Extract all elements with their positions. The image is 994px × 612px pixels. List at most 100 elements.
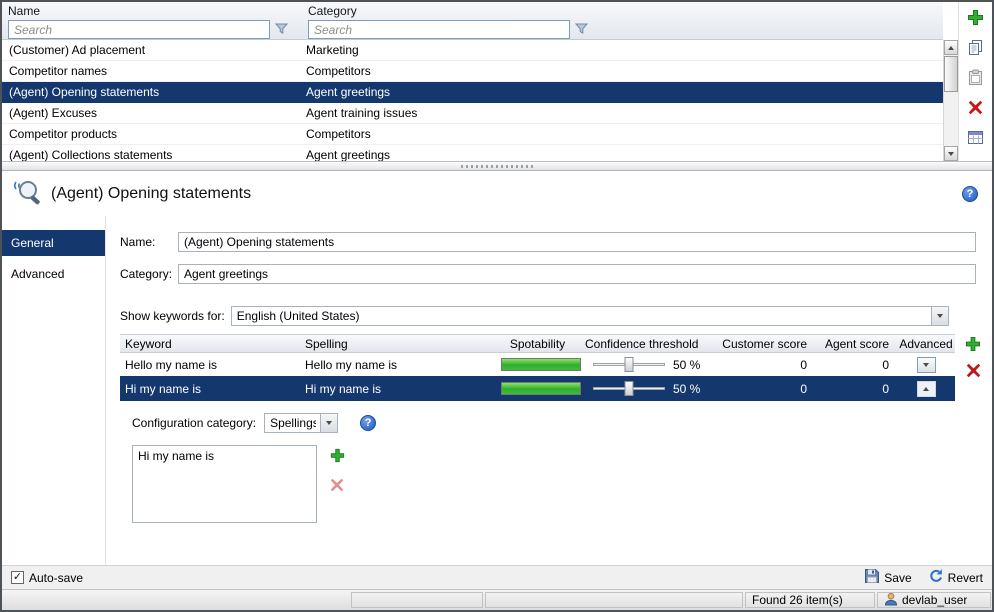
- splitter-grip-icon: [461, 165, 533, 168]
- chevron-down-icon[interactable]: [931, 307, 948, 325]
- scroll-down-button[interactable]: [944, 146, 958, 161]
- spelling-item[interactable]: Hi my name is: [138, 449, 311, 463]
- slider-thumb[interactable]: [625, 357, 634, 372]
- name-field[interactable]: [178, 232, 976, 252]
- grid-row[interactable]: (Customer) Ad placement Marketing: [2, 40, 943, 61]
- kw-cell-spelling: Hello my name is: [305, 358, 490, 372]
- kw-cell-customer-score: 0: [720, 382, 815, 396]
- name-search-input[interactable]: [8, 20, 270, 39]
- tab-general[interactable]: General: [2, 230, 105, 256]
- autosave-label: Auto-save: [29, 571, 83, 585]
- tab-advanced[interactable]: Advanced: [2, 261, 105, 287]
- advanced-collapse-button[interactable]: [917, 381, 936, 397]
- grid-row-selected[interactable]: (Agent) Opening statements Agent greetin…: [2, 82, 943, 103]
- status-user: devlab_user: [877, 592, 991, 608]
- kw-header-agent-score: Agent score: [815, 337, 897, 351]
- cell-name: Competitor names: [2, 64, 302, 78]
- cell-category: Agent training issues: [302, 106, 943, 120]
- status-fill: [2, 590, 350, 610]
- config-category-label: Configuration category:: [132, 416, 256, 430]
- name-filter-button[interactable]: [270, 20, 292, 39]
- kw-header-customer-score: Customer score: [720, 337, 815, 351]
- confidence-slider[interactable]: [593, 380, 665, 397]
- arrow-down-icon: [948, 152, 954, 156]
- delete-keyword-button[interactable]: [964, 363, 982, 381]
- keywords-table-header: Keyword Spelling Spotability Confidence …: [120, 334, 955, 353]
- cell-category: Marketing: [302, 43, 943, 57]
- add-keyword-button[interactable]: [964, 336, 982, 354]
- kw-cell-keyword: Hello my name is: [120, 358, 305, 372]
- cell-name: (Agent) Excuses: [2, 106, 302, 120]
- grid-rows: (Customer) Ad placement Marketing Compet…: [2, 40, 943, 161]
- delete-spelling-button[interactable]: [328, 477, 346, 495]
- detail-tabs: General Advanced: [2, 216, 106, 565]
- keywords-table: Keyword Spelling Spotability Confidence …: [120, 334, 955, 523]
- spellings-listbox[interactable]: Hi my name is: [132, 445, 317, 523]
- funnel-icon: [275, 22, 288, 38]
- autosave-checkbox[interactable]: [11, 571, 24, 584]
- grid-view-button[interactable]: [965, 129, 987, 149]
- spellings-help-icon[interactable]: [360, 415, 376, 431]
- slider-thumb[interactable]: [625, 381, 634, 396]
- vertical-scrollbar[interactable]: [943, 40, 958, 161]
- kw-header-advanced: Advanced: [897, 337, 955, 351]
- save-label: Save: [884, 571, 911, 585]
- add-keyword-set-button[interactable]: [965, 9, 987, 29]
- paste-button[interactable]: [965, 69, 987, 89]
- keyword-row-selected[interactable]: Hi my name is Hi my name is 50 % 0: [120, 376, 955, 401]
- cell-name: (Customer) Ad placement: [2, 43, 302, 57]
- status-found: Found 26 item(s): [745, 592, 875, 608]
- advanced-expand-button[interactable]: [917, 357, 936, 373]
- copy-button[interactable]: [965, 39, 987, 59]
- grid-row[interactable]: Competitor products Competitors: [2, 124, 943, 145]
- category-filter-button[interactable]: [570, 20, 592, 39]
- scroll-track[interactable]: [944, 55, 958, 146]
- grid-row[interactable]: (Agent) Excuses Agent training issues: [2, 103, 943, 124]
- detail-panel: (Agent) Opening statements General Advan…: [2, 171, 992, 565]
- delete-x-icon: [968, 100, 983, 118]
- revert-button[interactable]: Revert: [928, 568, 983, 587]
- confidence-value: 50 %: [673, 358, 700, 372]
- chevron-up-icon: [923, 387, 929, 391]
- scroll-thumb[interactable]: [944, 56, 958, 92]
- revert-label: Revert: [948, 571, 983, 585]
- spotability-bar: [501, 358, 581, 371]
- delete-x-icon: [330, 478, 344, 495]
- category-label: Category:: [120, 267, 178, 281]
- column-header-name: Name: [8, 4, 298, 18]
- scroll-up-button[interactable]: [944, 40, 958, 55]
- revert-icon: [928, 568, 944, 587]
- grid-row[interactable]: (Agent) Collections statements Agent gre…: [2, 145, 943, 161]
- keyword-row[interactable]: Hello my name is Hello my name is 50 %: [120, 353, 955, 376]
- language-label: Show keywords for:: [120, 309, 225, 323]
- spelling-editor: Configuration category: Spellings Hi my …: [132, 413, 955, 523]
- footer-bar: Auto-save Save: [2, 565, 992, 589]
- grid-row[interactable]: Competitor names Competitors: [2, 61, 943, 82]
- paste-icon: [967, 69, 984, 89]
- cell-category: Competitors: [302, 127, 943, 141]
- copy-icon: [967, 39, 984, 59]
- config-category-value: Spellings: [270, 416, 316, 430]
- help-icon[interactable]: [962, 186, 978, 202]
- save-button[interactable]: Save: [864, 568, 911, 587]
- cell-name: (Agent) Opening statements: [2, 85, 302, 99]
- add-spelling-button[interactable]: [328, 448, 346, 466]
- funnel-icon: [575, 22, 588, 38]
- cell-category: Agent greetings: [302, 148, 943, 161]
- chevron-down-icon: [923, 363, 929, 367]
- confidence-slider[interactable]: [593, 356, 665, 373]
- config-category-combobox[interactable]: Spellings: [264, 413, 338, 433]
- delete-keyword-set-button[interactable]: [965, 99, 987, 119]
- category-search-input[interactable]: [308, 20, 570, 39]
- chevron-down-icon[interactable]: [320, 414, 337, 432]
- kw-cell-spelling: Hi my name is: [305, 382, 490, 396]
- cell-category: Agent greetings: [302, 85, 943, 99]
- kw-header-spelling: Spelling: [305, 337, 490, 351]
- keywords-grid: Name Category: [2, 2, 943, 161]
- horizontal-splitter[interactable]: [2, 161, 992, 171]
- general-form: Name: Category: Show keywords for: Engli…: [106, 216, 992, 565]
- grid-toolbar: [958, 2, 992, 161]
- keyword-search-icon: [12, 178, 42, 209]
- category-field[interactable]: [178, 264, 976, 284]
- language-combobox[interactable]: English (United States): [231, 306, 949, 326]
